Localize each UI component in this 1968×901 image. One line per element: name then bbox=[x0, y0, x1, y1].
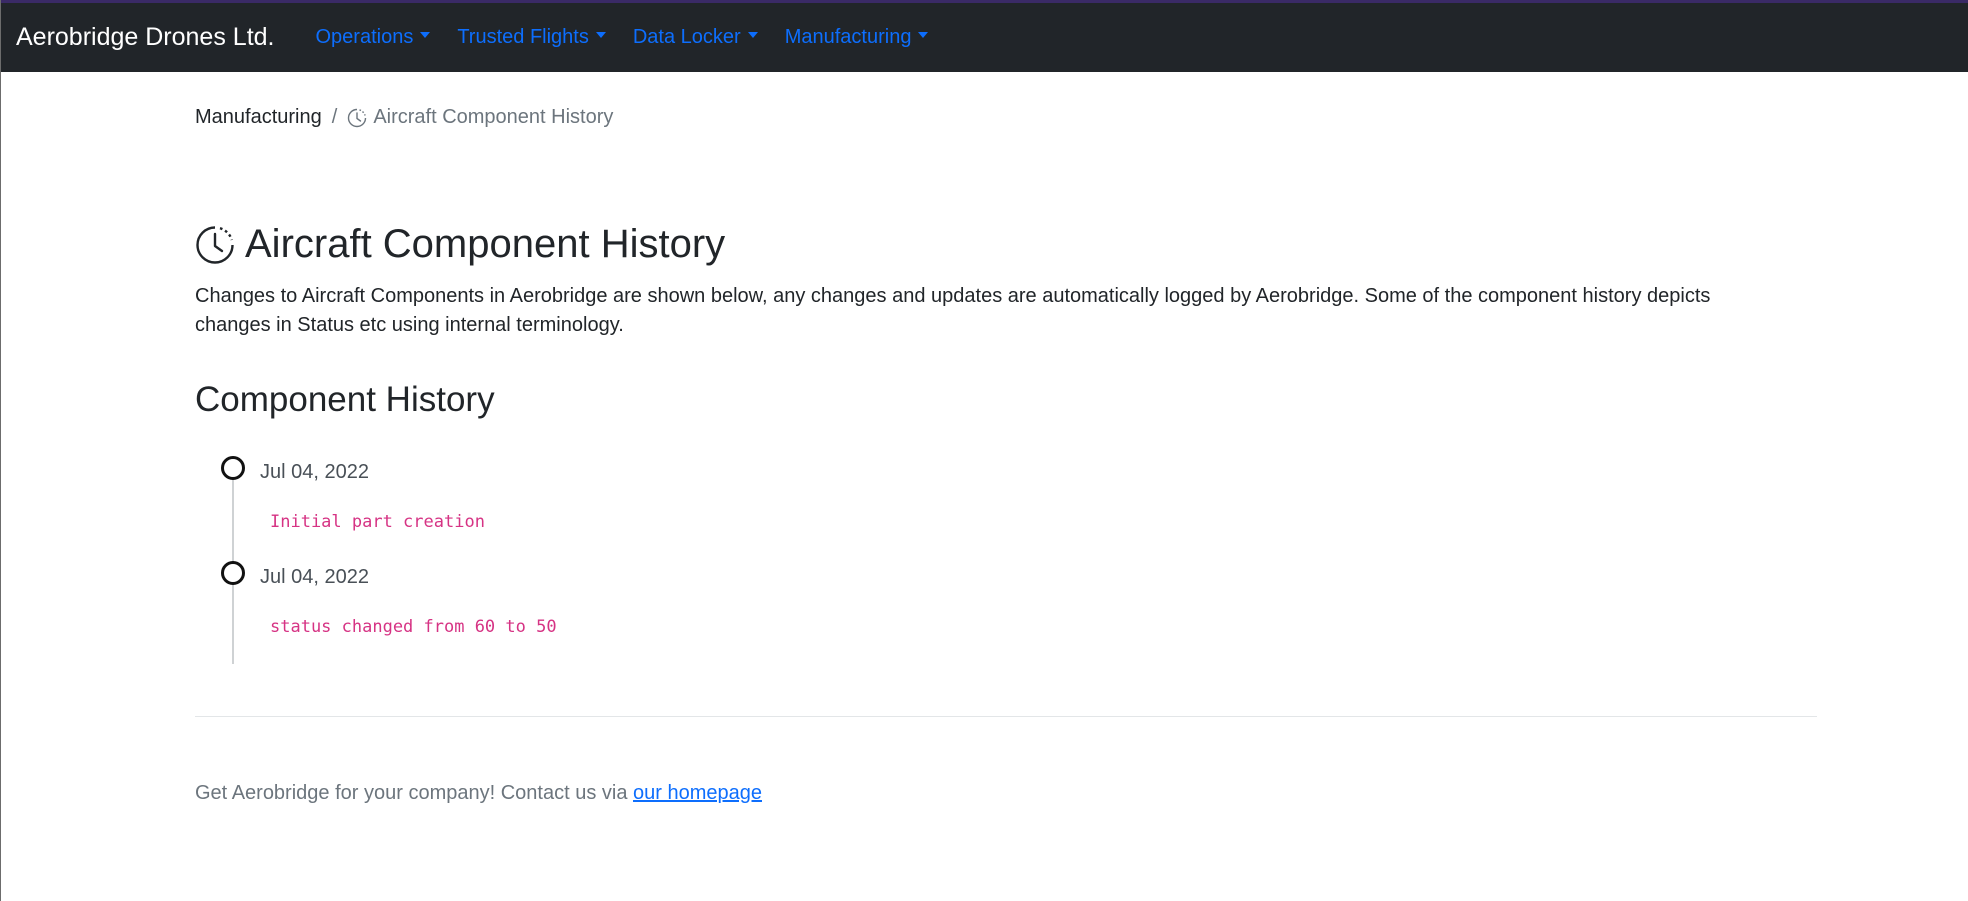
page-description: Changes to Aircraft Components in Aerobr… bbox=[195, 285, 1711, 336]
caret-down-icon bbox=[918, 31, 929, 38]
page-title: Aircraft Component History bbox=[195, 222, 725, 267]
nav-dropdown-manufacturing[interactable]: Manufacturing bbox=[785, 26, 929, 49]
breadcrumb-item-manufacturing[interactable]: Manufacturing bbox=[195, 106, 322, 129]
footer: Get Aerobridge for your company! Contact… bbox=[195, 782, 762, 805]
timeline-text: status changed from 60 to 50 bbox=[270, 617, 557, 637]
timeline-text: Initial part creation bbox=[270, 512, 485, 532]
page: Aerobridge Drones Ltd. Operations Truste… bbox=[0, 0, 1968, 901]
nav-dropdown-label: Operations bbox=[315, 26, 414, 48]
breadcrumb-item-current: Aircraft Component History bbox=[347, 106, 613, 129]
history-timeline: Jul 04, 2022 Initial part creation Jul 0… bbox=[195, 444, 995, 704]
footer-divider bbox=[195, 716, 1817, 717]
timeline-circle-icon bbox=[221, 456, 245, 480]
top-navbar: Aerobridge Drones Ltd. Operations Truste… bbox=[1, 0, 1968, 72]
clock-icon bbox=[196, 225, 234, 264]
component-history-heading: Component History bbox=[195, 380, 495, 419]
footer-text: Get Aerobridge for your company! Contact… bbox=[195, 782, 628, 804]
timeline-date: Jul 04, 2022 bbox=[260, 566, 369, 588]
navbar-brand[interactable]: Aerobridge Drones Ltd. bbox=[16, 23, 274, 52]
nav-dropdown-data-locker[interactable]: Data Locker bbox=[633, 26, 758, 49]
page-heading: Aircraft Component History bbox=[245, 222, 726, 266]
clock-icon bbox=[348, 108, 367, 127]
timeline-date: Jul 04, 2022 bbox=[260, 461, 369, 483]
timeline-circle-icon bbox=[221, 561, 245, 585]
breadcrumb: Manufacturing / Aircraft Component Histo… bbox=[195, 106, 613, 129]
nav-dropdown-label: Manufacturing bbox=[784, 26, 912, 48]
caret-down-icon bbox=[595, 31, 606, 38]
breadcrumb-current-label: Aircraft Component History bbox=[373, 106, 614, 128]
caret-down-icon bbox=[420, 31, 431, 38]
homepage-link[interactable]: our homepage bbox=[633, 782, 762, 804]
breadcrumb-separator: / bbox=[331, 106, 338, 128]
caret-down-icon bbox=[747, 31, 758, 38]
nav-dropdown-operations[interactable]: Operations bbox=[315, 26, 431, 49]
nav-dropdown-label: Trusted Flights bbox=[457, 26, 589, 48]
nav-dropdown-trusted-flights[interactable]: Trusted Flights bbox=[457, 26, 606, 49]
nav-dropdown-label: Data Locker bbox=[632, 26, 741, 48]
